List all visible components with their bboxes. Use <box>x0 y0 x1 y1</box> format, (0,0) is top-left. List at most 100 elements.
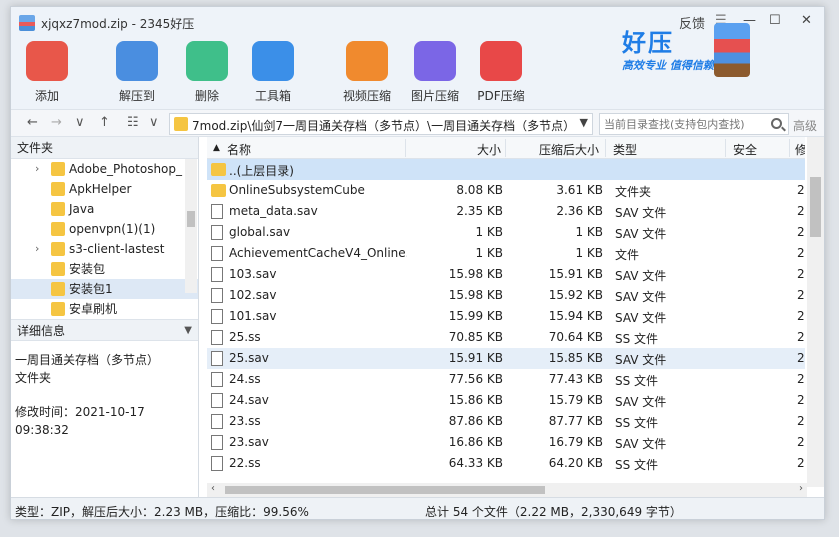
file-row[interactable]: ..(上层目录) <box>207 159 805 180</box>
folder-icon <box>51 262 65 276</box>
file-name: global.sav <box>229 225 291 239</box>
tree-item[interactable]: 安卓刷机 <box>11 299 198 319</box>
column-name[interactable]: 名称 <box>227 141 251 158</box>
expand-arrow-icon[interactable]: › <box>35 239 39 259</box>
file-size: 8.08 KB <box>456 183 503 197</box>
image-compress-icon <box>414 41 456 81</box>
file-modified: 202 <box>797 393 805 407</box>
column-modified[interactable]: 修改 <box>795 141 805 158</box>
file-type: SAV 文件 <box>615 227 667 241</box>
tree-item[interactable]: 安装包 <box>11 259 198 279</box>
folder-icon <box>211 163 226 176</box>
file-list-hscrollbar[interactable]: ‹ › <box>207 483 807 497</box>
file-modified: 202 <box>797 414 805 428</box>
add-icon <box>26 41 68 81</box>
file-modified: 202 <box>797 456 805 470</box>
file-row[interactable]: global.sav 1 KB 1 KB SAV 文件 202 <box>207 222 805 243</box>
file-name: AchievementCacheV4_Online... <box>229 246 407 260</box>
file-row[interactable]: 24.sav 15.86 KB 15.79 KB SAV 文件 202 <box>207 390 805 411</box>
details-panel-header[interactable]: 详细信息 ▼ <box>11 319 198 341</box>
search-icon[interactable] <box>771 118 782 129</box>
toolbar-button-pdf-compress[interactable]: PDF压缩 <box>471 41 531 104</box>
column-separator <box>505 139 506 157</box>
file-compressed-size: 16.79 KB <box>548 435 603 449</box>
back-icon[interactable]: ← <box>27 115 38 130</box>
delete-icon <box>186 41 228 81</box>
file-name: 24.ss <box>229 372 261 386</box>
toolbar-button-delete[interactable]: 删除 <box>177 41 237 104</box>
file-row[interactable]: 25.sav 15.91 KB 15.85 KB SAV 文件 202 <box>207 348 805 369</box>
file-name: ..(上层目录) <box>229 164 294 178</box>
folder-icon <box>51 162 65 176</box>
tree-item[interactable]: openvpn(1)(1) <box>11 219 198 239</box>
file-row[interactable]: OnlineSubsystemCube 8.08 KB 3.61 KB 文件夹 202 <box>207 180 805 201</box>
advanced-search-button[interactable]: 高级 <box>793 117 817 134</box>
tree-item[interactable]: 安装包1 <box>11 279 198 299</box>
path-combobox[interactable]: 7mod.zip\仙剑7一周目通关存档（多节点）\一周目通关存档（多节点） ▼ <box>169 113 593 135</box>
file-row[interactable]: 23.sav 16.86 KB 16.79 KB SAV 文件 202 <box>207 432 805 453</box>
history-dropdown-icon[interactable]: ∨ <box>75 115 85 130</box>
tree-item[interactable]: Java <box>11 199 198 219</box>
view-mode-icon[interactable]: ☷ <box>127 115 139 130</box>
maximize-button[interactable]: ☐ <box>769 13 781 28</box>
scrollbar-thumb[interactable] <box>810 177 821 237</box>
file-name: 23.sav <box>229 435 269 449</box>
file-icon <box>211 267 223 282</box>
search-input[interactable] <box>604 116 764 132</box>
file-row[interactable]: 101.sav 15.99 KB 15.94 KB SAV 文件 202 <box>207 306 805 327</box>
expand-arrow-icon[interactable]: › <box>35 159 39 179</box>
column-size[interactable]: 大小 <box>477 141 501 158</box>
folder-icon <box>211 184 226 197</box>
file-icon <box>211 246 223 261</box>
toolbar-button-video-compress[interactable]: 视频压缩 <box>337 41 397 104</box>
folder-icon <box>51 282 65 296</box>
file-modified: 202 <box>797 288 805 302</box>
file-row[interactable]: meta_data.sav 2.35 KB 2.36 KB SAV 文件 202 <box>207 201 805 222</box>
folder-icon <box>51 302 65 316</box>
tree-item[interactable]: › s3-client-lastest <box>11 239 198 259</box>
tree-item-label: 安装包1 <box>69 282 113 296</box>
tree-item[interactable]: › Adobe_Photoshop_ <box>11 159 198 179</box>
file-row[interactable]: 102.sav 15.98 KB 15.92 KB SAV 文件 202 <box>207 285 805 306</box>
column-compressed-size[interactable]: 压缩后大小 <box>539 141 599 158</box>
folder-tree-scrollbar[interactable] <box>185 159 197 293</box>
up-folder-icon[interactable]: ↑ <box>99 115 110 130</box>
brand-slogan: 高效专业 值得信赖 <box>622 59 714 72</box>
toolbar-button-image-compress[interactable]: 图片压缩 <box>405 41 465 104</box>
video-compress-icon <box>346 41 388 81</box>
file-size: 70.85 KB <box>448 330 503 344</box>
forward-icon[interactable]: → <box>51 115 62 130</box>
file-type: SAV 文件 <box>615 395 667 409</box>
file-row[interactable]: 22.ss 64.33 KB 64.20 KB SS 文件 202 <box>207 453 805 474</box>
file-row[interactable]: 103.sav 15.98 KB 15.91 KB SAV 文件 202 <box>207 264 805 285</box>
scroll-left-icon[interactable]: ‹ <box>211 483 215 494</box>
toolbar-button-add[interactable]: 添加 <box>17 41 77 104</box>
scroll-right-icon[interactable]: › <box>799 483 803 494</box>
column-separator <box>405 139 406 157</box>
file-compressed-size: 2.36 KB <box>556 204 603 218</box>
file-name: 24.sav <box>229 393 269 407</box>
tree-item[interactable]: ApkHelper <box>11 179 198 199</box>
file-compressed-size: 1 KB <box>575 225 603 239</box>
scrollbar-thumb[interactable] <box>225 486 545 494</box>
file-list-header: ▲ 名称 大小 压缩后大小 类型 安全 修改 <box>207 137 805 159</box>
toolbar-button-extract[interactable]: 解压到 <box>107 41 167 104</box>
scrollbar-thumb[interactable] <box>187 211 195 227</box>
file-list-vscrollbar[interactable] <box>807 137 824 487</box>
close-button[interactable]: ✕ <box>801 13 812 28</box>
collapse-icon[interactable]: ▼ <box>184 320 192 342</box>
file-name: 101.sav <box>229 309 277 323</box>
column-security[interactable]: 安全 <box>733 141 757 158</box>
toolbar-label: 视频压缩 <box>342 89 391 103</box>
view-mode-dropdown-icon[interactable]: ∨ <box>149 115 159 130</box>
path-dropdown-icon[interactable]: ▼ <box>580 116 588 129</box>
file-icon <box>211 393 223 408</box>
tree-item-label: 安卓刷机 <box>69 302 118 316</box>
toolbar-button-toolbox[interactable]: 工具箱 <box>243 41 303 104</box>
file-row[interactable]: 24.ss 77.56 KB 77.43 KB SS 文件 202 <box>207 369 805 390</box>
file-row[interactable]: 25.ss 70.85 KB 70.64 KB SS 文件 202 <box>207 327 805 348</box>
column-type[interactable]: 类型 <box>613 141 637 158</box>
file-row[interactable]: AchievementCacheV4_Online... 1 KB 1 KB 文件 20… <box>207 243 805 264</box>
file-icon <box>211 204 223 219</box>
file-row[interactable]: 23.ss 87.86 KB 87.77 KB SS 文件 202 <box>207 411 805 432</box>
